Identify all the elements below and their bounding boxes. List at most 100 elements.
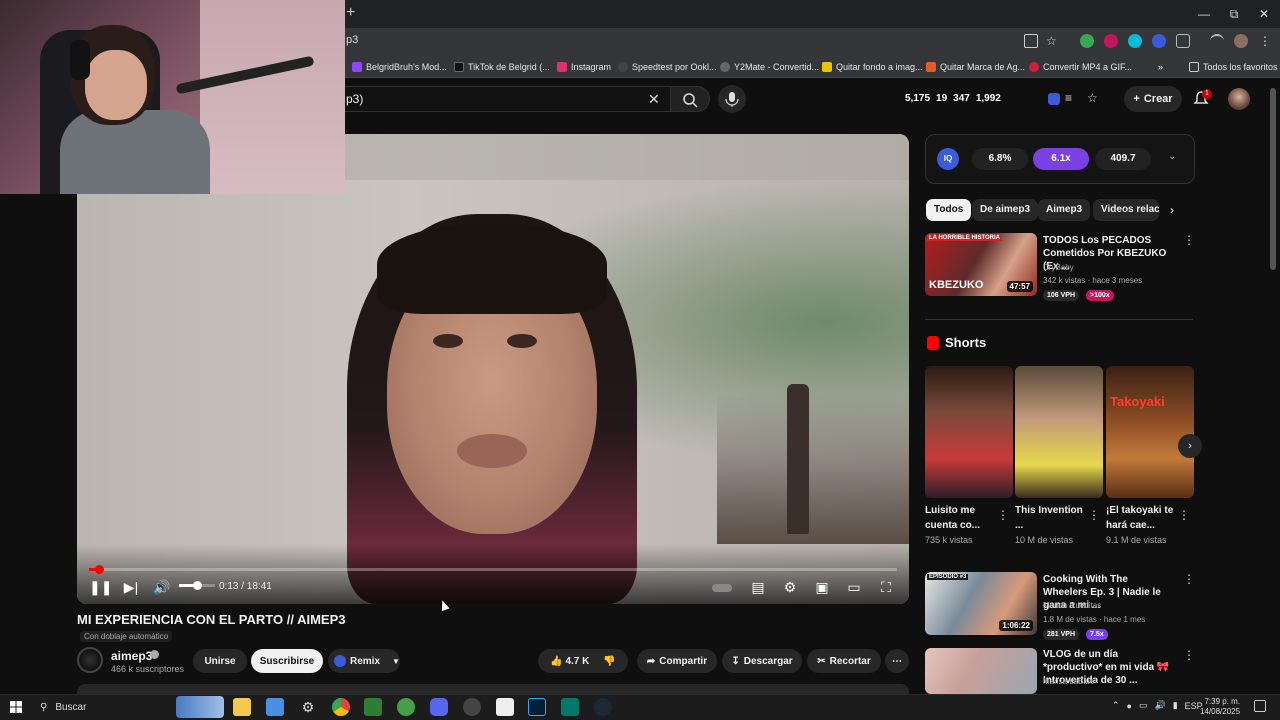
extension-blue-icon[interactable]: [1152, 34, 1166, 48]
channel-name[interactable]: Marisa LaBlue: [1043, 677, 1094, 686]
extension-teal-icon[interactable]: [1128, 34, 1142, 48]
short-title[interactable]: ¡El takoyaki te hará cae...: [1106, 503, 1176, 533]
bookmark-item[interactable]: Y2Mate - Convertid...: [720, 60, 819, 74]
channel-name[interactable]: CryBaby: [1043, 263, 1074, 272]
more-actions-button[interactable]: ⋯: [885, 649, 909, 673]
short-title[interactable]: This Invention ...: [1015, 503, 1085, 533]
short-title[interactable]: Luisito me cuenta co...: [925, 503, 995, 533]
autoplay-toggle[interactable]: [711, 578, 733, 596]
capcut-icon[interactable]: [496, 698, 514, 716]
extensions-puzzle-icon[interactable]: [1176, 34, 1190, 48]
more-options-icon[interactable]: ⋮: [1178, 508, 1190, 522]
new-tab-button[interactable]: +: [346, 5, 362, 21]
iq-extension-icon[interactable]: [1048, 93, 1060, 105]
browser-menu-icon[interactable]: ⋮: [1258, 34, 1272, 48]
windows-start-icon[interactable]: [10, 701, 22, 713]
search-button[interactable]: [670, 86, 710, 112]
progress-bar[interactable]: [89, 568, 897, 571]
video-player[interactable]: Aime ❚❚ ▶| 🔊 0:13 / 18:41 ▤ ⚙ ▣ ▭ ⛶: [77, 134, 909, 604]
clip-button[interactable]: ✂ Recortar: [807, 649, 881, 673]
volume-knob[interactable]: [193, 581, 202, 590]
chevron-right-icon[interactable]: ›: [1178, 434, 1202, 458]
share-button[interactable]: ➦ Compartir: [637, 649, 717, 673]
chip-aimep3[interactable]: Aimep3: [1038, 199, 1091, 221]
chevron-up-icon[interactable]: ⌃: [1112, 700, 1120, 711]
battery-icon[interactable]: ▮: [1173, 700, 1178, 711]
video-thumbnail[interactable]: [925, 648, 1037, 694]
channel-name[interactable]: aimep3: [111, 649, 152, 663]
more-options-icon[interactable]: ⋮: [1183, 233, 1195, 247]
chevron-down-icon[interactable]: ⌄: [1168, 151, 1176, 162]
chip-related[interactable]: Videos relacio: [1093, 199, 1159, 221]
app-icon[interactable]: [266, 698, 284, 716]
photoshop-icon[interactable]: [528, 698, 546, 716]
subscribe-button[interactable]: Suscribirse: [251, 649, 323, 673]
more-options-icon[interactable]: ⋮: [1088, 508, 1100, 522]
volume-icon[interactable]: 🔊: [151, 578, 173, 596]
minecraft-icon[interactable]: [364, 698, 382, 716]
like-dislike-group[interactable]: 👍 4.7 K 👎: [538, 649, 628, 673]
voice-search-button[interactable]: [718, 85, 746, 113]
progress-scrubber[interactable]: [95, 565, 104, 574]
more-options-icon[interactable]: ⋮: [997, 508, 1009, 522]
bookmark-item[interactable]: Quitar fondo a imag...: [822, 60, 923, 74]
chip-all[interactable]: Todos: [926, 199, 972, 221]
bookmark-item[interactable]: TikTok de Belgrid (...: [454, 60, 550, 74]
short-thumbnail[interactable]: [925, 366, 1013, 498]
description-box[interactable]: [77, 684, 909, 694]
create-button[interactable]: + Crear: [1124, 86, 1182, 112]
network-icon[interactable]: ▭: [1139, 700, 1148, 711]
xbox-icon[interactable]: [397, 698, 415, 716]
clear-search-icon[interactable]: ✕: [648, 91, 660, 108]
restore-button[interactable]: ⧉: [1226, 6, 1242, 22]
install-app-icon[interactable]: [1024, 34, 1038, 48]
remix-button[interactable]: Remix ▼: [328, 649, 400, 673]
bookmark-item[interactable]: Instagram: [557, 60, 611, 74]
chip-from-channel[interactable]: De aimep3: [972, 199, 1039, 221]
video-thumbnail[interactable]: EPISODIO #3 1:06:22: [925, 572, 1037, 635]
video-thumbnail[interactable]: LA HORRIBLE HISTORIA KBEZUKO 47:57: [925, 233, 1037, 296]
account-avatar[interactable]: [1228, 88, 1250, 110]
bookmark-star-icon[interactable]: ☆: [1046, 34, 1060, 48]
menu-lines-icon[interactable]: ≡: [1065, 91, 1072, 105]
reading-list-icon[interactable]: [1210, 34, 1224, 48]
subtitles-icon[interactable]: ▤: [747, 578, 769, 596]
file-explorer-icon[interactable]: [233, 698, 251, 716]
mic-icon[interactable]: ●: [1127, 701, 1132, 711]
minimize-button[interactable]: —: [1196, 6, 1212, 22]
all-bookmarks[interactable]: Todos los favoritos: [1189, 60, 1278, 74]
fullscreen-icon[interactable]: ⛶: [875, 578, 897, 596]
close-window-button[interactable]: ✕: [1256, 6, 1272, 22]
trophy-icon[interactable]: ☆: [1087, 91, 1098, 105]
extension-green-icon[interactable]: [1080, 34, 1094, 48]
bookmark-item[interactable]: Speedtest por Ookl...: [618, 60, 717, 74]
page-scrollbar[interactable]: [1270, 88, 1276, 270]
steam-icon[interactable]: [594, 698, 612, 716]
pause-button[interactable]: ❚❚: [89, 578, 112, 596]
notification-center-icon[interactable]: [1254, 700, 1266, 712]
more-options-icon[interactable]: ⋮: [1183, 572, 1195, 586]
volume-icon[interactable]: 🔊: [1155, 700, 1166, 711]
app-icon[interactable]: [561, 698, 579, 716]
extension-pink-icon[interactable]: [1104, 34, 1118, 48]
miniplayer-icon[interactable]: ▣: [811, 578, 833, 596]
taskbar-clock[interactable]: 7:39 p. m. 14/08/2025: [1200, 697, 1240, 717]
bookmarks-overflow-icon[interactable]: »: [1158, 60, 1163, 74]
chrome-icon[interactable]: [332, 698, 350, 716]
settings-gear-icon[interactable]: ⚙: [779, 578, 801, 596]
short-thumbnail[interactable]: [1015, 366, 1103, 498]
chevron-right-icon[interactable]: ›: [1170, 203, 1174, 217]
discord-icon[interactable]: [430, 698, 448, 716]
channel-avatar[interactable]: [77, 647, 103, 673]
theater-mode-icon[interactable]: ▭: [843, 578, 865, 596]
profile-icon[interactable]: [1234, 34, 1248, 48]
bookmark-item[interactable]: Quitar Marca de Ag...: [926, 60, 1025, 74]
bookmark-item[interactable]: BelgridBruh's Mod...: [352, 60, 447, 74]
obs-icon[interactable]: [463, 698, 481, 716]
join-button[interactable]: Unirse: [193, 649, 247, 673]
short-thumbnail[interactable]: Takoyaki: [1106, 366, 1194, 498]
channel-name[interactable]: Mundo Rueditas: [1043, 601, 1101, 610]
bookmark-item[interactable]: Convertir MP4 a GIF...: [1029, 60, 1132, 74]
download-button[interactable]: ↧ Descargar: [722, 649, 802, 673]
more-options-icon[interactable]: ⋮: [1183, 648, 1195, 662]
